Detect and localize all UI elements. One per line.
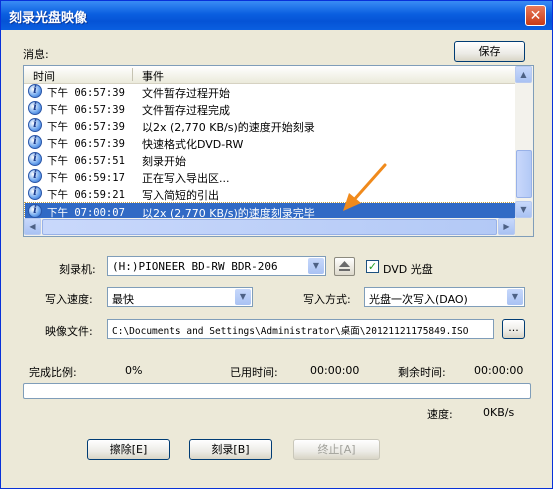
dvd-checkbox[interactable]: ✓ xyxy=(366,260,379,273)
eject-icon xyxy=(339,261,350,271)
dvd-checkbox-label[interactable]: DVD 光盘 xyxy=(383,261,433,277)
close-button[interactable]: ✕ xyxy=(525,5,546,26)
browse-button[interactable]: ... xyxy=(502,319,525,339)
vertical-scrollbar[interactable]: ▲ ▼ xyxy=(515,66,533,218)
column-header-time[interactable]: 时间 xyxy=(33,68,55,84)
table-row[interactable]: i 下午 06:59:17 正在写入导出区... xyxy=(25,168,515,185)
row-time: 下午 06:57:39 xyxy=(47,87,125,99)
scroll-left-icon[interactable]: ◀ xyxy=(24,218,41,235)
remaining-time-value: 00:00:00 xyxy=(474,364,524,377)
table-row[interactable]: i 下午 06:57:39 以2x (2,770 KB/s)的速度开始刻录 xyxy=(25,117,515,134)
row-time: 下午 06:57:39 xyxy=(47,138,125,150)
burner-label: 刻录机: xyxy=(59,263,96,276)
table-row[interactable]: i 下午 06:59:21 写入简短的引出 xyxy=(25,185,515,202)
elapsed-time-value: 00:00:00 xyxy=(310,364,360,377)
complete-ratio-label: 完成比例: xyxy=(29,366,77,379)
burner-select[interactable]: (H:)PIONEER BD-RW BDR-206 ▼ xyxy=(107,256,326,276)
burn-button[interactable]: 刻录[B] xyxy=(189,439,272,460)
speed-label: 速度: xyxy=(427,408,453,421)
complete-ratio-value: 0% xyxy=(125,364,143,377)
scroll-up-icon[interactable]: ▲ xyxy=(515,66,532,83)
write-speed-label: 写入速度: xyxy=(45,293,93,306)
write-speed-select[interactable]: 最快 ▼ xyxy=(107,287,253,307)
table-row[interactable]: i 下午 06:57:39 快速格式化DVD-RW xyxy=(25,134,515,151)
table-row[interactable]: i 下午 06:57:39 文件暂存过程完成 xyxy=(25,100,515,117)
burn-progress-bar xyxy=(23,383,531,399)
info-icon: i xyxy=(28,204,42,218)
save-button[interactable]: 保存 xyxy=(454,41,525,62)
row-time: 下午 06:57:39 xyxy=(47,121,125,133)
info-icon: i xyxy=(28,84,42,98)
remaining-time-label: 剩余时间: xyxy=(398,366,446,379)
window-title: 刻录光盘映像 xyxy=(9,11,88,26)
row-time: 下午 06:57:39 xyxy=(47,104,125,116)
scroll-right-icon[interactable]: ▶ xyxy=(498,218,515,235)
scroll-down-icon[interactable]: ▼ xyxy=(515,201,532,218)
image-file-label: 映像文件: xyxy=(45,325,93,338)
write-mode-label: 写入方式: xyxy=(303,293,351,306)
horizontal-scroll-thumb[interactable] xyxy=(42,219,497,235)
info-icon: i xyxy=(28,169,42,183)
chevron-down-icon[interactable]: ▼ xyxy=(235,289,251,305)
burn-disc-image-window: 刻录光盘映像 ✕ 消息: 保存 时间 事件 i 下午 06:57:39 文件暂存… xyxy=(0,0,553,489)
stop-button: 终止[A] xyxy=(293,439,380,460)
messages-label: 消息: xyxy=(23,48,49,61)
row-time: 下午 06:59:17 xyxy=(47,172,125,184)
eject-button[interactable] xyxy=(334,257,355,276)
column-header-event[interactable]: 事件 xyxy=(142,68,164,84)
speed-value: 0KB/s xyxy=(483,406,515,419)
row-event: 文件暂存过程开始 xyxy=(142,87,230,100)
vertical-scroll-thumb[interactable] xyxy=(516,150,532,198)
info-icon: i xyxy=(28,118,42,132)
row-time: 下午 06:57:51 xyxy=(47,155,125,167)
row-event: 以2x (2,770 KB/s)的速度开始刻录 xyxy=(142,121,315,134)
write-mode-select[interactable]: 光盘一次写入(DAO) ▼ xyxy=(364,287,525,307)
row-time: 下午 06:59:21 xyxy=(47,189,125,201)
horizontal-scrollbar[interactable]: ◀ ▶ xyxy=(24,218,515,236)
erase-button[interactable]: 擦除[E] xyxy=(87,439,170,460)
chevron-down-icon[interactable]: ▼ xyxy=(308,258,324,274)
list-header: 时间 事件 xyxy=(24,66,515,84)
info-icon: i xyxy=(28,101,42,115)
write-speed-value: 最快 xyxy=(112,293,134,306)
elapsed-time-label: 已用时间: xyxy=(230,366,278,379)
write-mode-value: 光盘一次写入(DAO) xyxy=(369,293,468,306)
scroll-corner xyxy=(515,218,533,236)
row-event: 正在写入导出区... xyxy=(142,172,230,185)
info-icon: i xyxy=(28,135,42,149)
annotation-arrow-icon xyxy=(343,163,387,211)
burner-value: (H:)PIONEER BD-RW BDR-206 xyxy=(112,260,278,273)
table-row[interactable]: i 下午 06:57:39 文件暂存过程开始 xyxy=(25,83,515,100)
column-divider[interactable] xyxy=(132,68,133,81)
row-event: 快速格式化DVD-RW xyxy=(142,138,244,151)
image-file-path: C:\Documents and Settings\Administrator\… xyxy=(112,326,469,337)
row-event: 写入简短的引出 xyxy=(142,189,219,202)
row-event: 文件暂存过程完成 xyxy=(142,104,230,117)
image-file-input[interactable]: C:\Documents and Settings\Administrator\… xyxy=(107,319,494,339)
table-row[interactable]: i 下午 06:57:51 刻录开始 xyxy=(25,151,515,168)
info-icon: i xyxy=(28,186,42,200)
title-bar[interactable]: 刻录光盘映像 ✕ xyxy=(1,1,552,30)
row-event: 刻录开始 xyxy=(142,155,186,168)
message-list[interactable]: 时间 事件 i 下午 06:57:39 文件暂存过程开始 i 下午 06:57:… xyxy=(23,65,534,237)
info-icon: i xyxy=(28,152,42,166)
chevron-down-icon[interactable]: ▼ xyxy=(507,289,523,305)
